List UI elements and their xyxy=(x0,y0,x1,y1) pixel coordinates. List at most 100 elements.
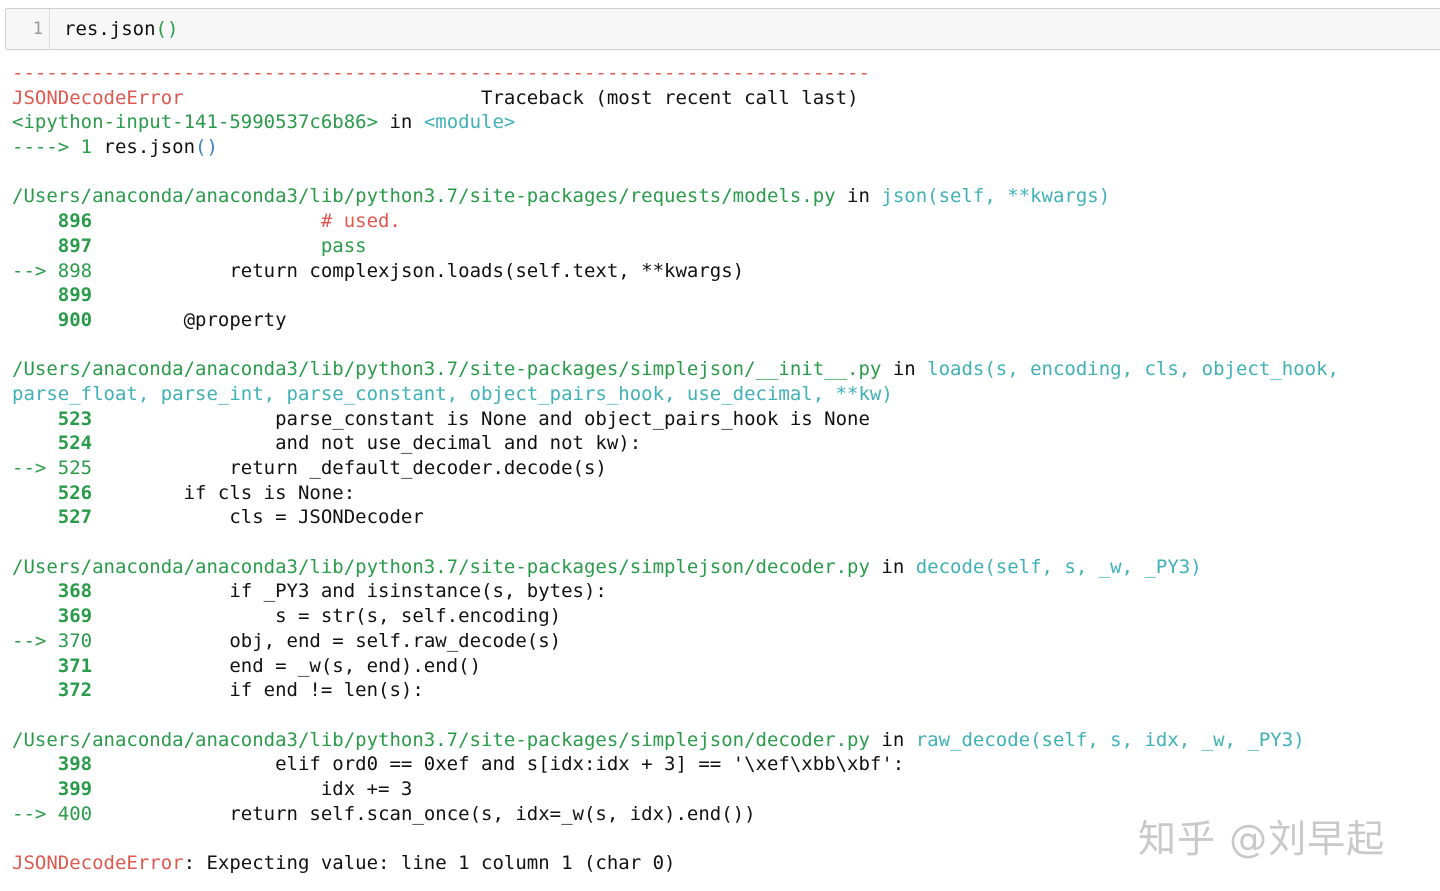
frame-in-word: in xyxy=(881,358,928,381)
frame-code-line: 896 # used. xyxy=(12,209,1432,234)
traceback-module: <module> xyxy=(423,111,516,134)
frame-code-line: 398 elif ord0 == 0xef and s[idx:idx + 3]… xyxy=(12,752,1432,777)
frame-line-number: 370 xyxy=(57,629,93,652)
frame-code-line: 527 cls = JSONDecoder xyxy=(12,505,1432,530)
frame-line-number: 398 xyxy=(12,753,93,776)
frame-code: if cls is None: xyxy=(92,481,356,504)
traceback-arrow-code: res xyxy=(103,136,138,159)
frame-line-number: 899 xyxy=(12,284,93,307)
frame-code: if _PY3 and isinstance(s, bytes): xyxy=(92,580,607,603)
traceback-in-word: in xyxy=(378,111,424,134)
frame-code-line: --> 370 obj, end = self.raw_decode(s) xyxy=(12,629,1432,654)
frame-path: /Users/anaconda/anaconda3/lib/python3.7/… xyxy=(12,728,870,751)
frame-path: /Users/anaconda/anaconda3/lib/python3.7/… xyxy=(12,555,870,578)
frame-func: loads(s, encoding, cls, object_hook, xyxy=(927,358,1339,381)
frame-header: /Users/anaconda/anaconda3/lib/python3.7/… xyxy=(12,357,1432,382)
traceback-output: ----------------------------------------… xyxy=(12,61,1432,876)
frame-code: cls = JSONDecoder xyxy=(92,506,424,529)
traceback-arrow-prefix: ----> 1 xyxy=(12,136,104,159)
frame-code-line: 523 parse_constant is None and object_pa… xyxy=(12,407,1432,432)
frame-path: /Users/anaconda/anaconda3/lib/python3.7/… xyxy=(12,185,836,208)
frame-line-number: 523 xyxy=(12,407,93,430)
frame-line-number: 400 xyxy=(57,802,93,825)
frame-line-number: 900 xyxy=(12,308,93,331)
frame-code-line: 524 and not use_decimal and not kw): xyxy=(12,431,1432,456)
frame-code-line: 399 idx += 3 xyxy=(12,777,1432,802)
frame-code-line: 526 if cls is None: xyxy=(12,481,1432,506)
frame-line-number: 897 xyxy=(12,234,93,257)
frame-header: /Users/anaconda/anaconda3/lib/python3.7/… xyxy=(12,555,1432,580)
frame-code: s = str(s, self.encoding) xyxy=(92,605,562,628)
traceback-input-ref: <ipython-input-141-5990537c6b86> xyxy=(12,111,379,134)
frame-code-line: 371 end = _w(s, end).end() xyxy=(12,654,1432,679)
input-line-number: 1 xyxy=(6,9,50,49)
frame-code: # used. xyxy=(92,210,401,233)
frame-arrow: --> xyxy=(12,457,58,479)
frame-code: end = _w(s, end).end() xyxy=(92,654,482,677)
frame-code-line: 897 pass xyxy=(12,234,1432,259)
frame-line-number: 371 xyxy=(12,654,93,677)
frame-header: /Users/anaconda/anaconda3/lib/python3.7/… xyxy=(12,184,1432,209)
frame-func: raw_decode(self, s, idx, _w, _PY3) xyxy=(915,728,1305,751)
frame-header: /Users/anaconda/anaconda3/lib/python3.7/… xyxy=(12,728,1432,753)
final-error-name: JSONDecodeError xyxy=(12,852,184,874)
frame-code-line: 368 if _PY3 and isinstance(s, bytes): xyxy=(12,579,1432,604)
frame-func: decode(self, s, _w, _PY3) xyxy=(915,555,1202,578)
frame-code: idx += 3 xyxy=(92,777,413,800)
frame-code: elif ord0 == 0xef and s[idx:idx + 3] == … xyxy=(92,753,905,776)
traceback-error-name: JSONDecodeError xyxy=(12,86,184,109)
frame-code: if end != len(s): xyxy=(92,679,424,702)
frame-code-line: 369 s = str(s, self.encoding) xyxy=(12,604,1432,629)
frame-in-word: in xyxy=(869,555,916,578)
input-code-parens: () xyxy=(155,18,179,40)
frame-func: json(self, **kwargs) xyxy=(881,185,1111,208)
frame-line-number: 399 xyxy=(12,777,93,800)
frame-line-number: 369 xyxy=(12,605,93,628)
code-input-cell[interactable]: 1 res.json() xyxy=(5,8,1440,50)
frame-code-line: 900 @property xyxy=(12,308,1432,333)
traceback-input-ref-line: <ipython-input-141-5990537c6b86> in <mod… xyxy=(12,110,1432,135)
frame-line-number: 525 xyxy=(57,457,93,479)
frame-code: parse_constant is None and object_pairs_… xyxy=(92,407,870,430)
frame-code: return self.scan_once(s, idx=_w(s, idx).… xyxy=(92,802,756,825)
frame-code: return complexjson.loads(self.text, **kw… xyxy=(92,259,745,282)
frame-code: pass xyxy=(92,234,367,257)
frame-code: @property xyxy=(92,308,287,331)
input-code-call: .json xyxy=(98,18,156,40)
traceback-arrow-parens: () xyxy=(195,136,218,159)
frame-code-line: 372 if end != len(s): xyxy=(12,678,1432,703)
final-error-message: : Expecting value: line 1 column 1 (char… xyxy=(183,852,676,874)
zhihu-watermark: 知乎 @刘早起 xyxy=(1138,817,1386,861)
input-code-obj: res xyxy=(64,18,99,40)
frame-arrow: --> xyxy=(12,802,58,825)
frame-in-word: in xyxy=(835,185,882,208)
frame-line-number: 368 xyxy=(12,580,93,603)
traceback-frames: /Users/anaconda/anaconda3/lib/python3.7/… xyxy=(12,184,1432,851)
frame-func-continued: parse_float, parse_int, parse_constant, … xyxy=(12,382,893,405)
input-code[interactable]: res.json() xyxy=(64,9,178,49)
frame-line-number: 372 xyxy=(12,679,93,702)
frame-code: obj, end = self.raw_decode(s) xyxy=(92,629,562,652)
frame-path: /Users/anaconda/anaconda3/lib/python3.7/… xyxy=(12,358,882,381)
frame-line-number: 527 xyxy=(12,506,93,529)
traceback-header-gap xyxy=(184,87,481,109)
frame-code: and not use_decimal and not kw): xyxy=(92,432,642,455)
frame-line-number: 524 xyxy=(12,432,93,455)
traceback-arrow-code2: .json xyxy=(137,136,196,159)
traceback-arrow-line: ----> 1 res.json() xyxy=(12,135,1432,160)
frame-line-number: 898 xyxy=(57,259,93,282)
frame-in-word: in xyxy=(869,728,916,751)
frame-line-number: 896 xyxy=(12,210,93,233)
frame-code: return _default_decoder.decode(s) xyxy=(92,457,607,479)
frame-line-number: 526 xyxy=(12,481,93,504)
traceback-header-text: Traceback (most recent call last) xyxy=(481,86,859,109)
frame-code-line: --> 525 return _default_decoder.decode(s… xyxy=(12,456,1432,481)
frame-arrow: --> xyxy=(12,629,58,652)
traceback-header: JSONDecodeError Traceback (most recent c… xyxy=(12,86,1432,111)
frame-code-line: 899 xyxy=(12,283,1432,308)
traceback-separator: ----------------------------------------… xyxy=(12,62,870,84)
